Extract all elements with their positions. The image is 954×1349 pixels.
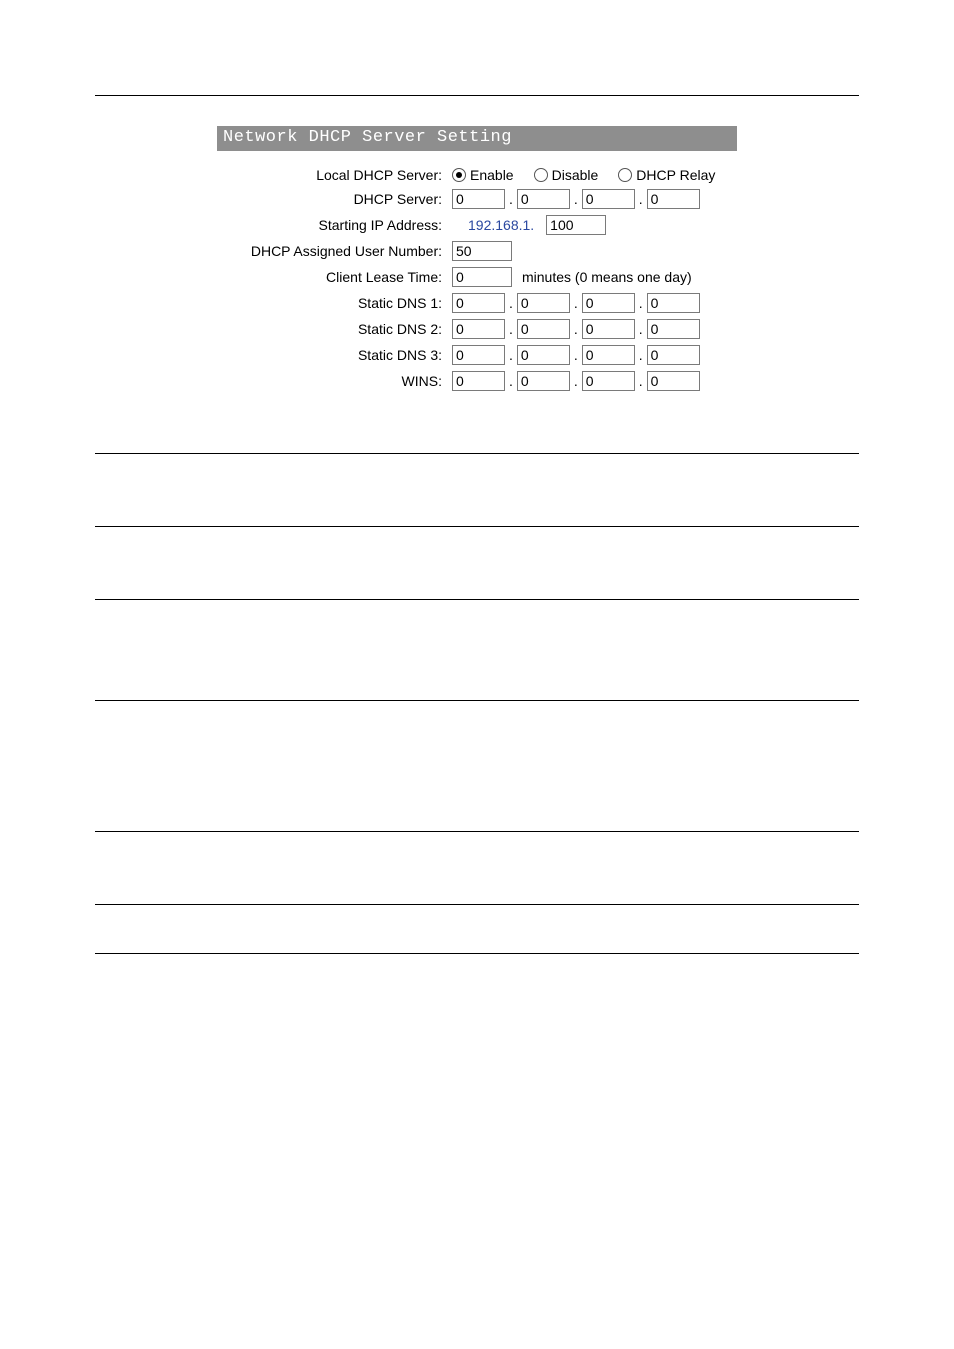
label-wins: WINS: xyxy=(227,373,452,389)
radio-enable-label: Enable xyxy=(470,167,514,183)
definitions-table xyxy=(95,453,859,945)
label-local-dhcp-server: Local DHCP Server: xyxy=(227,167,452,183)
dns2-oct4[interactable]: 0 xyxy=(647,319,700,339)
row-wins: WINS: 0. 0. 0. 0 xyxy=(227,371,727,391)
dhcp-panel: Network DHCP Server Setting Local DHCP S… xyxy=(217,126,737,413)
client-lease-suffix: minutes (0 means one day) xyxy=(512,269,692,285)
radio-icon xyxy=(534,168,548,182)
table-row xyxy=(95,453,859,526)
dhcp-server-oct2[interactable]: 0 xyxy=(517,189,570,209)
dns1-oct1[interactable]: 0 xyxy=(452,293,505,313)
starting-ip-prefix: 192.168.1. xyxy=(452,217,546,233)
dns2-oct1[interactable]: 0 xyxy=(452,319,505,339)
radio-relay-label: DHCP Relay xyxy=(636,167,715,183)
radio-dhcp-relay[interactable]: DHCP Relay xyxy=(618,167,715,183)
label-dns1: Static DNS 1: xyxy=(227,295,452,311)
top-rule xyxy=(95,95,859,96)
wins-oct2[interactable]: 0 xyxy=(517,371,570,391)
label-dhcp-server: DHCP Server: xyxy=(227,191,452,207)
dns3-oct4[interactable]: 0 xyxy=(647,345,700,365)
dns1-oct4[interactable]: 0 xyxy=(647,293,700,313)
dns1-oct2[interactable]: 0 xyxy=(517,293,570,313)
label-dns2: Static DNS 2: xyxy=(227,321,452,337)
dns3-oct2[interactable]: 0 xyxy=(517,345,570,365)
panel-body: Local DHCP Server: Enable Disable DHC xyxy=(217,151,737,413)
radio-enable[interactable]: Enable xyxy=(452,167,514,183)
wins-oct1[interactable]: 0 xyxy=(452,371,505,391)
user-number-value[interactable]: 50 xyxy=(452,241,512,261)
dhcp-server-oct4[interactable]: 0 xyxy=(647,189,700,209)
dns2-oct3[interactable]: 0 xyxy=(582,319,635,339)
row-starting-ip: Starting IP Address: 192.168.1. 100 xyxy=(227,215,727,235)
table-row xyxy=(95,599,859,700)
label-starting-ip: Starting IP Address: xyxy=(227,217,452,233)
dhcp-server-oct1[interactable]: 0 xyxy=(452,189,505,209)
panel-header: Network DHCP Server Setting xyxy=(217,126,737,151)
label-user-number: DHCP Assigned User Number: xyxy=(227,243,452,259)
dns3-oct3[interactable]: 0 xyxy=(582,345,635,365)
table-row xyxy=(95,526,859,599)
dns3-oct1[interactable]: 0 xyxy=(452,345,505,365)
bottom-rule xyxy=(95,953,859,954)
row-dhcp-server: DHCP Server: 0. 0. 0. 0 xyxy=(227,189,727,209)
dns1-oct3[interactable]: 0 xyxy=(582,293,635,313)
wins-oct3[interactable]: 0 xyxy=(582,371,635,391)
row-client-lease: Client Lease Time: 0 minutes (0 means on… xyxy=(227,267,727,287)
row-user-number: DHCP Assigned User Number: 50 xyxy=(227,241,727,261)
radio-icon xyxy=(452,168,466,182)
dhcp-server-oct3[interactable]: 0 xyxy=(582,189,635,209)
table-row xyxy=(95,904,859,945)
radio-icon xyxy=(618,168,632,182)
starting-ip-value[interactable]: 100 xyxy=(546,215,606,235)
table-row xyxy=(95,700,859,831)
wins-oct4[interactable]: 0 xyxy=(647,371,700,391)
client-lease-value[interactable]: 0 xyxy=(452,267,512,287)
radio-disable[interactable]: Disable xyxy=(534,167,599,183)
table-row xyxy=(95,831,859,904)
row-dns2: Static DNS 2: 0. 0. 0. 0 xyxy=(227,319,727,339)
label-client-lease: Client Lease Time: xyxy=(227,269,452,285)
row-local-dhcp-server: Local DHCP Server: Enable Disable DHC xyxy=(227,167,727,183)
row-dns3: Static DNS 3: 0. 0. 0. 0 xyxy=(227,345,727,365)
radio-disable-label: Disable xyxy=(552,167,599,183)
row-dns1: Static DNS 1: 0. 0. 0. 0 xyxy=(227,293,727,313)
dns2-oct2[interactable]: 0 xyxy=(517,319,570,339)
label-dns3: Static DNS 3: xyxy=(227,347,452,363)
